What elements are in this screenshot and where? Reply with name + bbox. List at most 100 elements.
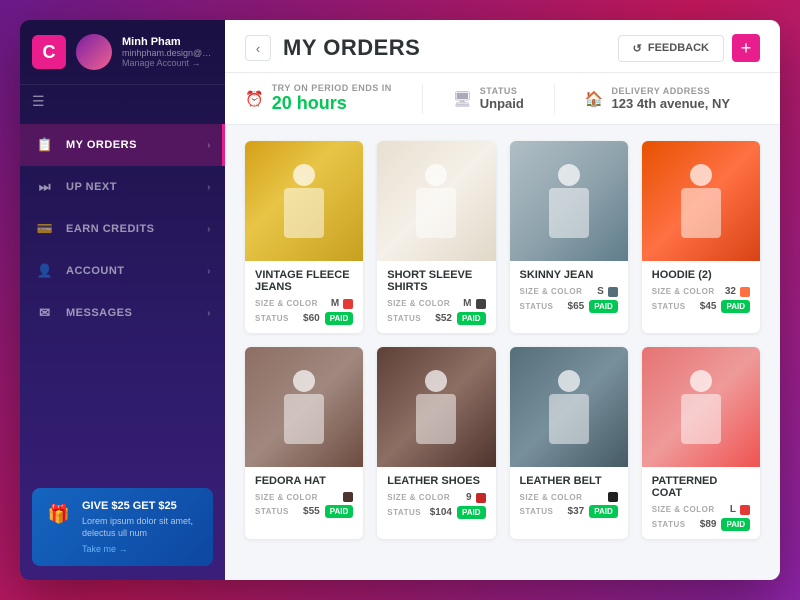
- status-badge: PAID: [721, 300, 750, 313]
- figure-head: [425, 164, 447, 186]
- add-button[interactable]: +: [732, 34, 760, 62]
- hamburger-menu[interactable]: ☰: [20, 85, 225, 118]
- card-body: PATTERNED COAT SIZE & COLOR L STATUS $89…: [642, 467, 760, 539]
- promo-link[interactable]: Take me →: [82, 544, 201, 554]
- figure-head: [558, 164, 580, 186]
- size-color-value: M: [331, 298, 353, 309]
- sidebar-item-earn-credits[interactable]: 💳 EARN CREDITS ›: [20, 208, 225, 250]
- status-info: STATUS Unpaid: [480, 86, 524, 111]
- card-image: [377, 141, 495, 261]
- figure-head: [690, 370, 712, 392]
- card-image: [245, 141, 363, 261]
- size-color-label: SIZE & COLOR: [387, 299, 450, 308]
- back-button[interactable]: ‹: [245, 35, 271, 61]
- card-title: LEATHER BELT: [520, 475, 618, 487]
- sidebar-item-up-next[interactable]: ⏭ UP NEXT ›: [20, 166, 225, 208]
- size-color-value: M: [463, 298, 485, 309]
- header-actions: ↺ FEEDBACK +: [618, 34, 760, 62]
- price-value: $45: [700, 301, 717, 312]
- status-meta: 🖥 STATUS Unpaid: [453, 86, 524, 111]
- card-body: HOODIE (2) SIZE & COLOR 32 STATUS $45 PA…: [642, 261, 760, 321]
- card-image: [377, 347, 495, 467]
- status-icon: 🖥: [453, 90, 472, 108]
- order-card[interactable]: HOODIE (2) SIZE & COLOR 32 STATUS $45 PA…: [642, 141, 760, 333]
- card-title: SHORT SLEEVE SHIRTS: [387, 269, 485, 293]
- nav-label-up-next: UP NEXT: [66, 181, 117, 193]
- chevron-right-icon: ›: [207, 182, 211, 193]
- status-label: STATUS: [387, 508, 421, 517]
- sidebar-item-account[interactable]: 👤 ACCOUNT ›: [20, 250, 225, 292]
- up-next-icon: ⏭: [34, 176, 56, 198]
- card-body: VINTAGE FLEECE JEANS SIZE & COLOR M STAT…: [245, 261, 363, 333]
- order-card[interactable]: SKINNY JEAN SIZE & COLOR S STATUS $65 PA…: [510, 141, 628, 333]
- user-email: minhpham.design@gmail.com: [122, 48, 213, 58]
- status-badge: PAID: [457, 312, 486, 325]
- sidebar-header: C Minh Pham minhpham.design@gmail.com Ma…: [20, 20, 225, 85]
- card-title: VINTAGE FLEECE JEANS: [255, 269, 353, 293]
- app-container: C Minh Pham minhpham.design@gmail.com Ma…: [20, 20, 780, 580]
- sidebar-nav: 📋 MY ORDERS › ⏭ UP NEXT › 💳 EARN CREDITS…: [20, 118, 225, 478]
- size-value: L: [730, 504, 736, 515]
- size-value: 32: [725, 286, 736, 297]
- status-row: STATUS $45 PAID: [652, 300, 750, 313]
- size-value: 9: [466, 492, 472, 503]
- price-status: $89 PAID: [700, 518, 750, 531]
- avatar: [76, 34, 112, 70]
- chevron-right-icon: ›: [207, 224, 211, 235]
- promo-subtitle: Lorem ipsum dolor sit amet, delectus ull…: [82, 515, 201, 540]
- user-name: Minh Pham: [122, 36, 213, 48]
- refresh-icon: ↺: [633, 42, 642, 55]
- card-body: SHORT SLEEVE SHIRTS SIZE & COLOR M STATU…: [377, 261, 495, 333]
- location-icon: 🏠: [585, 90, 604, 108]
- status-row: STATUS $65 PAID: [520, 300, 618, 313]
- chevron-right-icon: ›: [207, 266, 211, 277]
- credits-icon: 💳: [34, 218, 56, 240]
- product-figure: [510, 347, 628, 467]
- price-value: $37: [568, 506, 585, 517]
- figure-head: [293, 164, 315, 186]
- account-icon: 👤: [34, 260, 56, 282]
- status-row: STATUS $89 PAID: [652, 518, 750, 531]
- main-header: ‹ MY ORDERS ↺ FEEDBACK +: [225, 20, 780, 73]
- try-on-value: 20 hours: [272, 93, 392, 114]
- order-card[interactable]: PATTERNED COAT SIZE & COLOR L STATUS $89…: [642, 347, 760, 539]
- order-card[interactable]: SHORT SLEEVE SHIRTS SIZE & COLOR M STATU…: [377, 141, 495, 333]
- card-body: LEATHER SHOES SIZE & COLOR 9 STATUS $104…: [377, 467, 495, 527]
- user-info: Minh Pham minhpham.design@gmail.com Mana…: [122, 36, 213, 68]
- orders-grid: VINTAGE FLEECE JEANS SIZE & COLOR M STAT…: [225, 125, 780, 580]
- price-status: $60 PAID: [303, 312, 353, 325]
- card-title: HOODIE (2): [652, 269, 750, 281]
- status-label: STATUS: [520, 507, 554, 516]
- figure-body: [549, 188, 589, 238]
- app-logo: C: [32, 35, 66, 69]
- figure-body: [416, 188, 456, 238]
- manage-account-link[interactable]: Manage Account →: [122, 58, 213, 68]
- feedback-button[interactable]: ↺ FEEDBACK: [618, 35, 724, 62]
- order-card[interactable]: LEATHER BELT SIZE & COLOR STATUS $37 PAI…: [510, 347, 628, 539]
- price-status: $52 PAID: [435, 312, 485, 325]
- try-on-label: TRY ON PERIOD ENDS IN: [272, 83, 392, 93]
- status-label: STATUS: [480, 86, 524, 96]
- product-figure: [245, 347, 363, 467]
- order-card[interactable]: VINTAGE FLEECE JEANS SIZE & COLOR M STAT…: [245, 141, 363, 333]
- delivery-info: DELIVERY ADDRESS 123 4th avenue, NY: [612, 86, 731, 111]
- status-row: STATUS $37 PAID: [520, 505, 618, 518]
- figure-body: [284, 394, 324, 444]
- card-body: SKINNY JEAN SIZE & COLOR S STATUS $65 PA…: [510, 261, 628, 321]
- promo-title: GIVE $25 GET $25: [82, 500, 201, 512]
- price-value: $65: [568, 301, 585, 312]
- order-card[interactable]: FEDORA HAT SIZE & COLOR STATUS $55 PAID: [245, 347, 363, 539]
- size-value: M: [331, 298, 339, 309]
- clock-icon: ⏰: [245, 90, 264, 108]
- orders-icon: 📋: [34, 134, 56, 156]
- nav-label-my-orders: MY ORDERS: [66, 139, 137, 151]
- size-color-label: SIZE & COLOR: [520, 287, 583, 296]
- size-color-label: SIZE & COLOR: [652, 505, 715, 514]
- status-badge: PAID: [721, 518, 750, 531]
- promo-banner: 🎁 GIVE $25 GET $25 Lorem ipsum dolor sit…: [32, 488, 213, 566]
- color-swatch: [608, 287, 618, 297]
- sidebar-item-messages[interactable]: ✉ MESSAGES ›: [20, 292, 225, 334]
- sidebar-item-my-orders[interactable]: 📋 MY ORDERS ›: [20, 124, 225, 166]
- figure-head: [293, 370, 315, 392]
- order-card[interactable]: LEATHER SHOES SIZE & COLOR 9 STATUS $104…: [377, 347, 495, 539]
